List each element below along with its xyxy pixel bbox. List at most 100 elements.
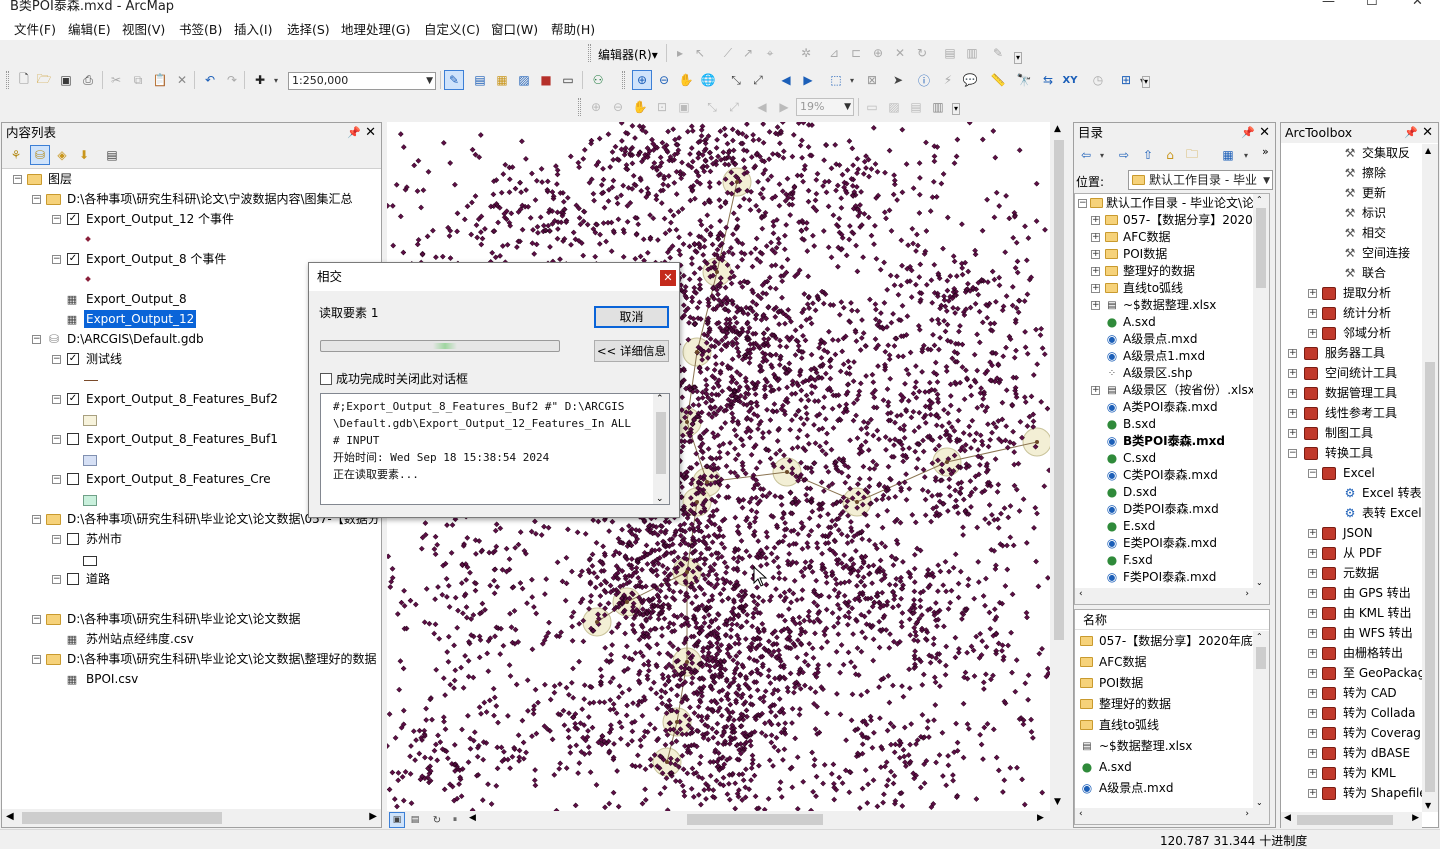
scroll-left-icon[interactable]: ◀: [1284, 813, 1291, 823]
pin-icon[interactable]: 📌: [1241, 123, 1255, 143]
toolset-item[interactable]: 邻域分析: [1343, 324, 1391, 343]
catalog-item[interactable]: B类POI泰森.mxd: [1123, 432, 1225, 450]
catalog-item[interactable]: A级景区.shp: [1123, 364, 1193, 382]
contents-item[interactable]: 直线to弧线: [1099, 716, 1159, 734]
toolset-item[interactable]: 转为 Shapefile: [1343, 784, 1422, 803]
zoom-in-icon[interactable]: ⊕: [632, 70, 652, 90]
up-one-level-icon[interactable]: ⇧: [1140, 147, 1156, 163]
layer-checkbox[interactable]: ✓: [67, 253, 79, 265]
layout-back-icon[interactable]: ◀: [754, 99, 770, 115]
toolset-item[interactable]: JSON: [1343, 524, 1373, 543]
toc-layer[interactable]: 道路: [86, 570, 110, 588]
contents-item[interactable]: A级景点.mxd: [1099, 779, 1173, 797]
forward-icon[interactable]: ⇨: [1116, 147, 1132, 163]
scroll-up-icon[interactable]: ⌃: [656, 394, 664, 404]
toolset-item[interactable]: 由 GPS 转出: [1343, 584, 1411, 603]
copy-icon[interactable]: ⧉: [130, 72, 146, 88]
toggle-draft-mode-icon[interactable]: ▭: [864, 99, 880, 115]
search-window-icon[interactable]: ▨: [516, 72, 532, 88]
straight-segment-icon[interactable]: ⟋: [720, 45, 736, 61]
catalog-item[interactable]: A级景区（按省份）.xlsx: [1123, 381, 1255, 399]
select-elements-icon[interactable]: ➤: [890, 72, 906, 88]
find-route-icon[interactable]: ⇆: [1040, 72, 1056, 88]
scroll-left-icon[interactable]: ◀: [6, 811, 14, 822]
toolset-item[interactable]: 转为 dBASE: [1343, 744, 1410, 763]
open-icon[interactable]: 🗁: [36, 72, 52, 88]
home-icon[interactable]: ⌂: [1162, 147, 1178, 163]
layout-pan-icon[interactable]: ✋: [632, 99, 648, 115]
minimize-icon[interactable]: —: [1322, 0, 1335, 9]
toolset-item[interactable]: 从 PDF: [1343, 544, 1382, 563]
layout-view-icon[interactable]: ▤: [407, 812, 423, 828]
collapse-icon[interactable]: −: [1308, 469, 1317, 478]
layer-checkbox[interactable]: ✓: [67, 393, 79, 405]
toolset-item[interactable]: 由 KML 转出: [1343, 604, 1412, 623]
toolbox-item[interactable]: 转换工具: [1325, 444, 1373, 463]
catalog-item[interactable]: 直线to弧线: [1123, 279, 1183, 297]
forward-extent-icon[interactable]: ▶: [800, 72, 816, 88]
toolbox-item[interactable]: 数据管理工具: [1325, 384, 1397, 403]
expand-icon[interactable]: +: [1308, 569, 1317, 578]
toolset-item[interactable]: 由 WFS 转出: [1343, 624, 1413, 643]
create-viewer-icon[interactable]: ⊞: [1118, 72, 1134, 88]
layer-checkbox[interactable]: [67, 433, 79, 445]
expand-icon[interactable]: +: [1308, 529, 1317, 538]
layer-checkbox[interactable]: [67, 473, 79, 485]
expand-icon[interactable]: +: [1308, 689, 1317, 698]
contents-item[interactable]: A.sxd: [1099, 758, 1132, 776]
catalog-item[interactable]: AFC数据: [1123, 228, 1171, 246]
layout-zoom-out-icon[interactable]: ⊖: [610, 99, 626, 115]
toc-group[interactable]: D:\各种事项\研究生科研\毕业论文\论文数据\整理好的数据: [67, 650, 377, 668]
collapse-icon[interactable]: −: [32, 615, 41, 624]
toolset-item[interactable]: 元数据: [1343, 564, 1379, 583]
contents-scrollbar[interactable]: ⌃ ⌄: [1253, 631, 1269, 808]
edit-annotation-icon[interactable]: ↖: [692, 45, 708, 61]
scroll-left-icon[interactable]: ‹: [1079, 809, 1083, 819]
contents-hscrollbar[interactable]: ‹ ›: [1075, 808, 1269, 824]
expand-icon[interactable]: +: [1091, 301, 1100, 310]
expand-icon[interactable]: +: [1091, 386, 1100, 395]
options-icon[interactable]: ▤: [104, 147, 120, 163]
layer-checkbox[interactable]: ✓: [67, 353, 79, 365]
name-column-header[interactable]: 名称: [1075, 610, 1269, 630]
expand-icon[interactable]: +: [1308, 589, 1317, 598]
collapse-icon[interactable]: −: [1078, 199, 1087, 208]
tool-item[interactable]: 表转 Excel: [1362, 504, 1422, 523]
menu-windows[interactable]: 窗口(W): [491, 19, 538, 38]
toolset-item[interactable]: 转为 Collada: [1343, 704, 1416, 723]
expand-icon[interactable]: +: [1308, 289, 1317, 298]
scroll-left-icon[interactable]: ◀: [469, 813, 476, 823]
save-icon[interactable]: ▣: [58, 72, 74, 88]
scroll-right-icon[interactable]: ▶: [1412, 813, 1419, 823]
toc-layer[interactable]: 测试线: [86, 350, 122, 368]
layer-checkbox[interactable]: [67, 533, 79, 545]
collapse-icon[interactable]: −: [52, 475, 61, 484]
back-dropdown-icon[interactable]: ▾: [1094, 147, 1110, 163]
expand-icon[interactable]: +: [1308, 729, 1317, 738]
scroll-thumb[interactable]: [656, 412, 666, 474]
arctoolbox-icon[interactable]: ■: [538, 72, 554, 88]
layout-zoom-in-icon[interactable]: ⊕: [588, 99, 604, 115]
details-button[interactable]: << 详细信息: [594, 340, 669, 362]
tool-item[interactable]: 联合: [1362, 264, 1386, 283]
catalog-item[interactable]: C.sxd: [1123, 449, 1156, 467]
table-of-contents-icon[interactable]: ▤: [472, 72, 488, 88]
toolbar-options-icon[interactable]: ▾: [1142, 76, 1150, 88]
toolset-item[interactable]: 转为 CAD: [1343, 684, 1397, 703]
html-popup-icon[interactable]: 💬: [962, 72, 978, 88]
collapse-icon[interactable]: −: [52, 535, 61, 544]
maximize-icon[interactable]: ☐: [1366, 0, 1378, 9]
close-on-success-checkbox[interactable]: [320, 373, 332, 385]
collapse-icon[interactable]: −: [52, 215, 61, 224]
contents-item[interactable]: AFC数据: [1099, 653, 1147, 671]
toc-layer[interactable]: Export_Output_8 个事件: [86, 250, 226, 268]
toolset-item[interactable]: 由栅格转出: [1343, 644, 1403, 663]
contents-item[interactable]: POI数据: [1099, 674, 1143, 692]
catalog-item[interactable]: A类POI泰森.mxd: [1123, 398, 1218, 416]
expand-icon[interactable]: +: [1288, 349, 1297, 358]
contents-item[interactable]: 057-【数据分享】2020年底3: [1099, 632, 1260, 650]
catalog-window-icon[interactable]: ▦: [494, 72, 510, 88]
contents-item[interactable]: 整理好的数据: [1099, 695, 1171, 713]
location-combo[interactable]: 默认工作目录 - 毕业 ▼: [1128, 170, 1273, 190]
scroll-down-icon[interactable]: ▼: [1425, 801, 1431, 810]
